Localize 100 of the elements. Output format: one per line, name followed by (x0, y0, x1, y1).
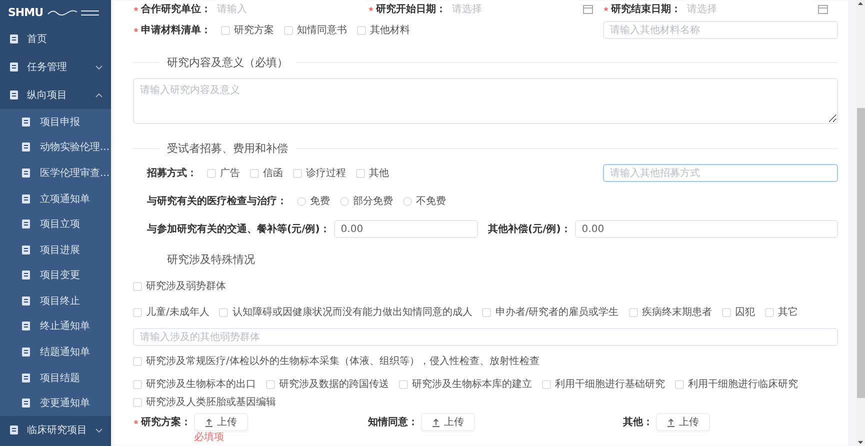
checkbox-label: 申办者/研究者的雇员或学生 (495, 306, 619, 319)
checkbox[interactable] (133, 356, 142, 366)
checkbox[interactable] (266, 380, 275, 388)
checkbox-label: 知情同意书 (297, 24, 347, 37)
document-icon (9, 62, 19, 72)
calendar-icon[interactable] (818, 4, 828, 14)
document-icon (9, 425, 19, 435)
section-title: 研究内容及意义（必填） (167, 54, 288, 70)
checkbox-label: 研究涉及常规医疗/体检以外的生物标本采集（体液、组织等），侵入性检查、放射性检查 (146, 354, 540, 368)
field-label: 研究开始日期： (376, 2, 446, 16)
field-label: 招募方式： (147, 166, 197, 180)
checkbox-label: 其它 (778, 306, 798, 319)
checkbox[interactable] (293, 168, 302, 178)
nav-item[interactable]: 首页 (0, 25, 111, 53)
nav-subitem[interactable]: 项目申报 (0, 109, 111, 135)
radio-label: 不免费 (416, 194, 446, 208)
number-input[interactable]: 0.00 (334, 220, 478, 238)
upload-button[interactable]: 上传 (421, 413, 475, 431)
logo-mark-drawing (47, 8, 102, 18)
checkbox[interactable] (675, 380, 684, 388)
field-label: 与参加研究有关的交通、餐补等(元/例)： (147, 222, 330, 236)
checkbox-label: 广告 (220, 166, 240, 180)
checkbox-label: 研究涉及生物标本库的建立 (412, 378, 532, 391)
document-icon (21, 244, 31, 255)
nav-subitem[interactable]: 项目变更 (0, 262, 111, 288)
nav-subitem[interactable]: 项目立项 (0, 211, 111, 237)
checkbox-label: 认知障碍或因健康状况而没有能力做出知情同意的成人 (232, 306, 472, 319)
logo-text: SHMU (8, 6, 44, 19)
checkbox-label: 研究涉及弱势群体 (146, 280, 226, 293)
radio-button[interactable] (297, 196, 306, 206)
document-icon (21, 270, 31, 280)
checkbox-label: 利用干细胞进行临床研究 (688, 378, 798, 391)
nav-subitem[interactable]: 动物实验伦理... (0, 134, 111, 160)
checkbox[interactable] (356, 168, 365, 178)
nav-subitem[interactable]: 项目终止 (0, 288, 111, 314)
checkbox[interactable] (764, 308, 774, 316)
field-label: 研究结束日期： (611, 2, 681, 16)
upload-icon (432, 418, 440, 426)
section-title: 受试者招募、费用和补偿 (167, 140, 288, 156)
error-message: 必填项 (194, 432, 225, 444)
nav-subitem[interactable]: 变更通知单 (0, 390, 111, 416)
checkbox[interactable] (482, 308, 492, 316)
document-icon (21, 398, 31, 408)
scroll-down-icon[interactable] (857, 438, 864, 446)
checkbox-label: 利用干细胞进行基础研究 (555, 378, 665, 391)
scroll-up-icon[interactable] (857, 0, 864, 8)
checkbox-label: 研究涉及人类胚胎或基因编辑 (146, 396, 276, 409)
text-input[interactable]: 请输入其他招募方式 (603, 164, 838, 182)
field-label: 与研究有关的医疗检查与治疗： (147, 194, 287, 208)
checkbox[interactable] (284, 26, 293, 34)
checkbox-label: 研究涉及数据的跨国传送 (279, 378, 389, 391)
nav-subitem[interactable]: 项目进展 (0, 236, 111, 262)
checkbox[interactable] (250, 168, 259, 178)
scrollbar-thumb[interactable] (856, 108, 864, 398)
document-icon (21, 219, 31, 230)
checkbox-label: 其他 (369, 166, 389, 180)
checkbox[interactable] (133, 380, 142, 388)
document-icon (21, 194, 31, 204)
checkbox[interactable] (207, 168, 216, 178)
nav-item[interactable]: 临床研究项目 (0, 416, 111, 444)
text-area[interactable]: 请输入研究内容及意义 (133, 78, 838, 124)
checkbox-label: 囚犯 (734, 306, 755, 319)
field-label: 知情同意： (368, 416, 418, 429)
nav-item[interactable]: 任务管理 (0, 53, 111, 81)
document-icon (21, 321, 31, 332)
document-icon (21, 116, 31, 127)
checkbox[interactable] (399, 380, 408, 388)
checkbox[interactable] (133, 398, 142, 406)
nav-item[interactable]: 纵向项目 (0, 81, 111, 109)
upload-button[interactable]: 上传 (194, 413, 248, 431)
document-icon (21, 296, 31, 306)
upload-button[interactable]: 上传 (656, 413, 710, 431)
radio-button[interactable] (403, 196, 412, 206)
checkbox[interactable] (722, 308, 731, 316)
number-input[interactable]: 0.00 (574, 220, 838, 238)
document-icon (21, 142, 31, 152)
checkbox[interactable] (628, 308, 638, 316)
checkbox[interactable] (133, 282, 142, 290)
nav-subitem[interactable]: 结题通知单 (0, 339, 111, 365)
checkbox[interactable] (221, 26, 230, 34)
checkbox-label: 研究方案 (234, 24, 274, 37)
checkbox-label: 诊疗过程 (306, 166, 346, 180)
checkbox-label: 其他材料 (370, 24, 410, 37)
nav-subitem[interactable]: 终止通知单 (0, 314, 111, 340)
nav-subitem[interactable]: 项目结题 (0, 364, 111, 390)
nav-subitem[interactable]: 医学伦理审查... (0, 160, 111, 186)
section-title: 研究涉及特殊情况 (166, 252, 255, 266)
field-label: 研究方案： (141, 415, 191, 429)
radio-label: 部分免费 (353, 194, 393, 208)
scrollbar[interactable] (856, 0, 865, 446)
checkbox[interactable] (542, 380, 551, 388)
checkbox[interactable] (357, 26, 366, 34)
checkbox[interactable] (219, 308, 228, 316)
radio-button[interactable] (340, 196, 349, 206)
field-label: 合作研究单位： (141, 2, 211, 16)
calendar-icon[interactable] (583, 4, 593, 14)
nav-subitem[interactable]: 立项通知单 (0, 186, 111, 212)
upload-icon (667, 418, 675, 426)
document-icon (9, 34, 19, 44)
checkbox[interactable] (133, 308, 142, 316)
